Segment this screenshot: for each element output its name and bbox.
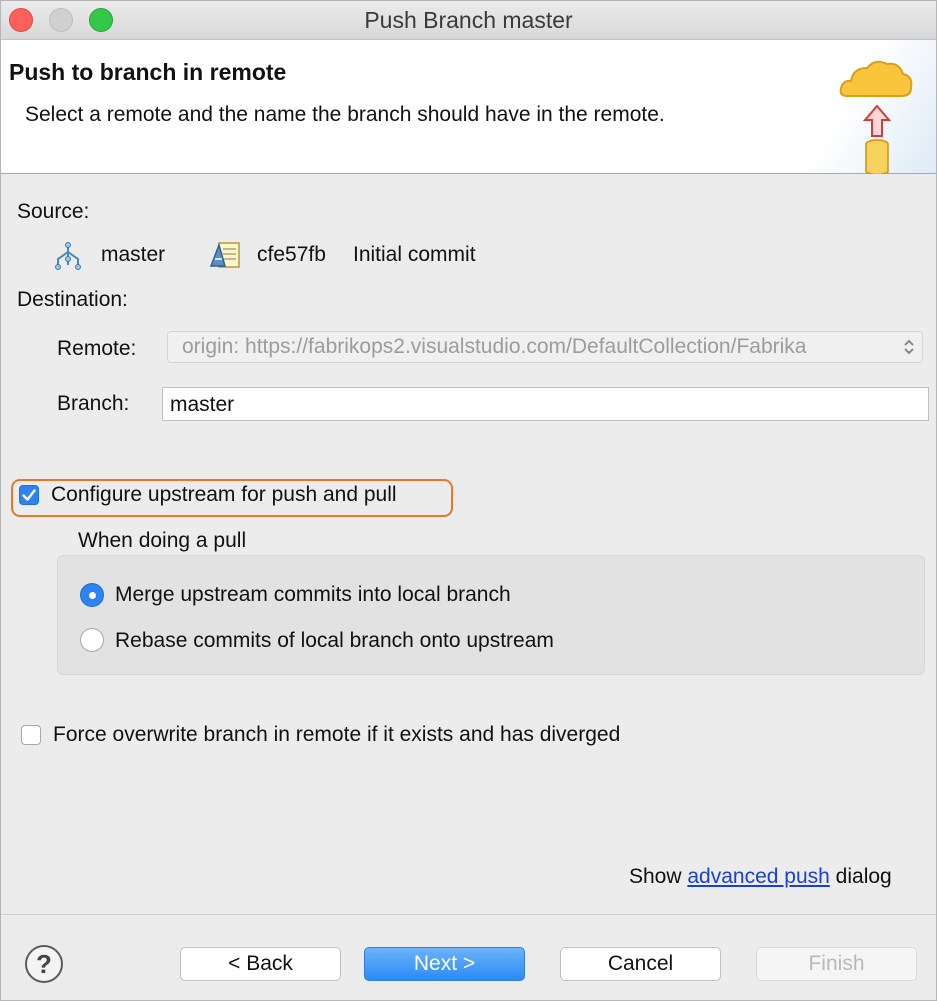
checkmark-icon: [22, 489, 36, 501]
rebase-radio[interactable]: [80, 628, 104, 652]
window-title: Push Branch master: [364, 7, 573, 33]
force-overwrite-checkbox[interactable]: [21, 725, 41, 745]
commit-icon: [209, 242, 240, 268]
pull-group-label: When doing a pull: [78, 529, 247, 552]
back-button[interactable]: < Back: [180, 947, 341, 981]
title-bar: Push Branch master: [1, 1, 936, 40]
page-description: Select a remote and the name the branch …: [25, 103, 665, 126]
finish-button: Finish: [756, 947, 917, 981]
destination-label: Destination:: [17, 288, 128, 311]
next-button[interactable]: Next >: [364, 947, 525, 981]
advanced-suffix: dialog: [835, 865, 892, 888]
advanced-push-text: Show advanced push dialog: [629, 865, 892, 889]
source-branch: master: [101, 243, 166, 266]
branch-icon: [55, 242, 81, 270]
cloud-push-icon: [839, 60, 913, 174]
force-overwrite-label[interactable]: Force overwrite branch in remote if it e…: [53, 723, 620, 747]
remote-select-value: origin: https://fabrikops2.visualstudio.…: [182, 335, 807, 358]
branch-label: Branch:: [57, 392, 130, 415]
source-commit-message: Initial commit: [353, 243, 476, 266]
footer-divider: [1, 914, 936, 915]
source-label: Source:: [17, 200, 90, 223]
remote-label: Remote:: [57, 337, 137, 360]
advanced-push-link[interactable]: advanced push: [687, 865, 829, 888]
pull-options-group: [57, 555, 925, 675]
rebase-label[interactable]: Rebase commits of local branch onto upst…: [115, 629, 554, 653]
chevron-up-down-icon: [904, 339, 914, 355]
help-icon[interactable]: ?: [25, 945, 63, 983]
configure-upstream-label[interactable]: Configure upstream for push and pull: [51, 483, 397, 507]
advanced-prefix: Show: [629, 865, 682, 888]
wizard-header: Push to branch in remote Select a remote…: [1, 40, 936, 174]
branch-input[interactable]: master: [162, 387, 929, 421]
merge-label[interactable]: Merge upstream commits into local branch: [115, 583, 511, 607]
cancel-button[interactable]: Cancel: [560, 947, 721, 981]
page-title: Push to branch in remote: [9, 59, 287, 85]
source-commit-id: cfe57fb: [257, 243, 326, 266]
merge-radio[interactable]: [80, 583, 104, 607]
configure-upstream-checkbox[interactable]: [19, 485, 39, 505]
remote-select[interactable]: origin: https://fabrikops2.visualstudio.…: [167, 331, 923, 363]
push-branch-dialog: Push Branch master Push to branch in rem…: [0, 0, 937, 1001]
